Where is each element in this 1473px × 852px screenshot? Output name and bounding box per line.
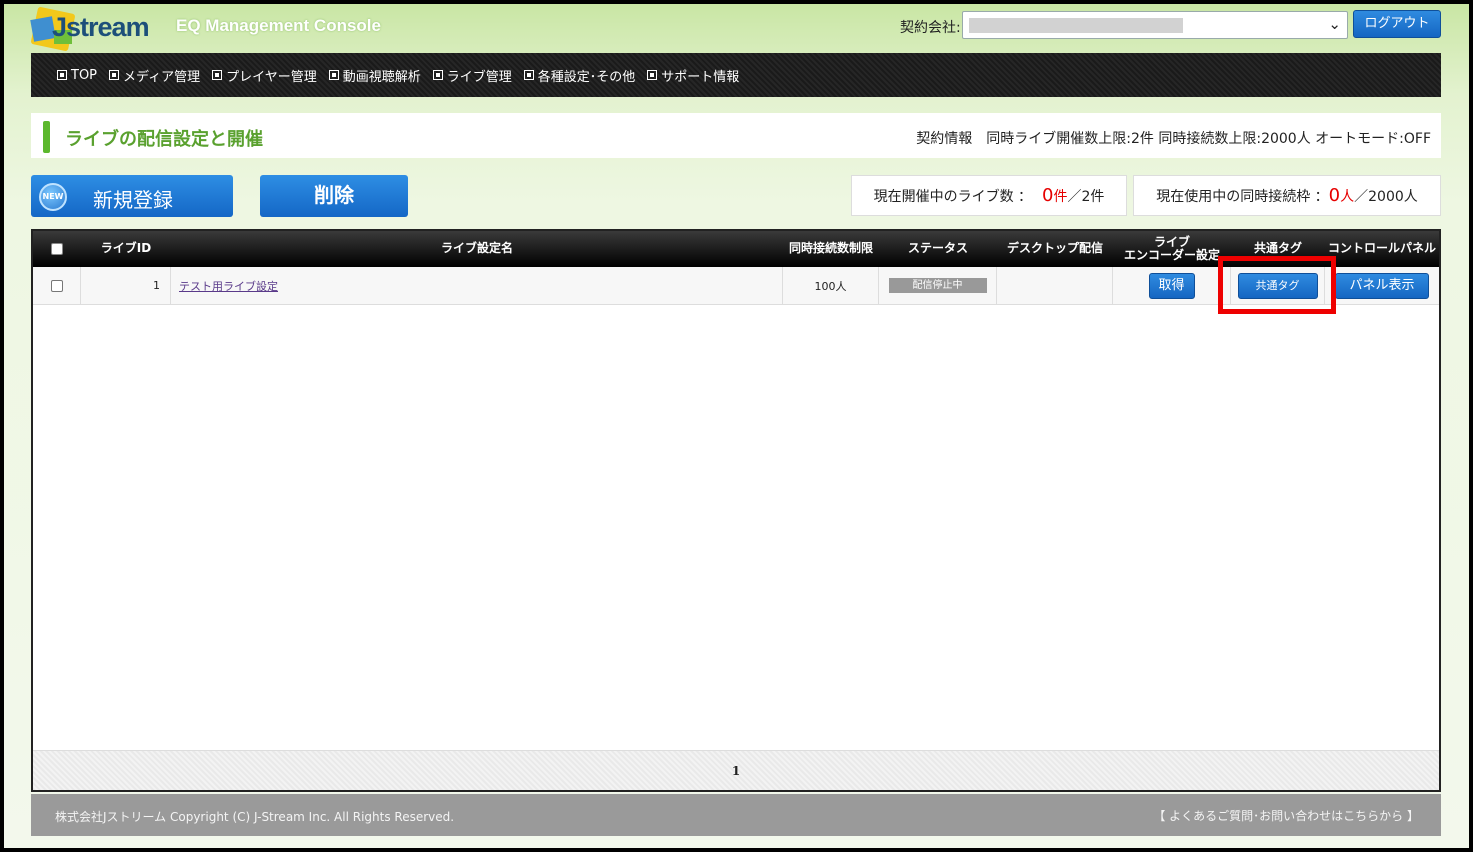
checkbox-icon [109, 70, 120, 80]
nav-item-label: サポート情報 [661, 69, 740, 85]
app-title: EQ Management Console [176, 16, 381, 35]
logo-text: Jstream [52, 12, 150, 42]
new-registration-label: 新規登録 [93, 188, 173, 212]
checkbox-icon [212, 70, 223, 80]
live-count-value: 0 [1042, 185, 1054, 206]
col-header-desktop: デスクトップ配信 [1006, 241, 1103, 256]
faq-contact-link[interactable]: 【 よくあるご質問･お問い合わせはこちらから 】 [1153, 807, 1419, 824]
connection-count-box: 現在使用中の同時接続枠 ： 0 人 ／2000人 [1133, 175, 1441, 216]
nav-item-top[interactable]: TOP [57, 68, 97, 83]
delete-button[interactable]: 削除 [260, 175, 408, 217]
live-count-unit: 件 [1053, 188, 1068, 205]
row-name-cell: テスト用ライブ設定 [171, 267, 783, 304]
contract-info: 契約情報 同時ライブ開催数上限:2件 同時接続数上限:2000人 オートモード:… [916, 131, 1431, 147]
select-all-cell [33, 231, 81, 267]
checkbox-icon [328, 70, 339, 80]
row-checkbox[interactable] [50, 279, 63, 292]
row-select-cell [33, 267, 81, 304]
col-header-name[interactable]: ライブ設定名 [171, 231, 783, 267]
row-panel-cell: パネル表示 [1325, 267, 1439, 304]
connection-count-limit: ／2000人 [1354, 188, 1418, 205]
pagination: 1 [33, 750, 1439, 790]
chevron-down-icon: ⌄ [1328, 15, 1341, 33]
row-encoder-cell: 取得 [1113, 267, 1231, 304]
highlight-annotation-box [1218, 256, 1336, 314]
col-header-status: ステータス [907, 241, 968, 256]
nav-item-settings[interactable]: 各種設定･その他 [523, 66, 636, 85]
encoder-get-button[interactable]: 取得 [1148, 272, 1195, 299]
new-badge-icon: NEW [39, 183, 67, 211]
company-label: 契約会社: [900, 20, 961, 36]
col-header-encoder: ライブ エンコーダー設定 [1113, 231, 1231, 267]
nav-item-player[interactable]: プレイヤー管理 [212, 66, 317, 85]
nav-item-support[interactable]: サポート情報 [647, 66, 739, 85]
jstream-logo[interactable]: Jstream [30, 6, 152, 52]
nav-item-label: メディア管理 [123, 69, 201, 85]
row-limit: 100人 [783, 267, 879, 304]
nav-item-live[interactable]: ライブ管理 [432, 66, 512, 85]
live-count-limit: ／2件 [1067, 188, 1105, 205]
col-header-panel: コントロールパネル [1327, 241, 1436, 256]
page-title: ライブの配信設定と開催 [65, 129, 263, 150]
new-registration-button[interactable]: NEW 新規登録 [31, 175, 233, 217]
main-nav: TOP メディア管理 プレイヤー管理 動画視聴解析 ライブ管理 各種設定･その他… [31, 53, 1441, 97]
nav-item-label: ライブ管理 [446, 69, 512, 85]
panel-display-button[interactable]: パネル表示 [1335, 272, 1429, 299]
checkbox-icon [57, 70, 67, 80]
nav-item-label: 各種設定･その他 [537, 69, 636, 85]
company-value-redacted [969, 18, 1183, 33]
checkbox-icon [432, 70, 443, 80]
nav-item-label: 動画視聴解析 [342, 69, 421, 85]
row-status-cell: 配信停止中 [879, 267, 997, 304]
col-header-encoder-line2: エンコーダー設定 [1123, 248, 1220, 262]
page-number[interactable]: 1 [732, 764, 740, 778]
page-heading-bar: ライブの配信設定と開催 契約情報 同時ライブ開催数上限:2件 同時接続数上限:2… [31, 113, 1441, 158]
nav-item-analytics[interactable]: 動画視聴解析 [328, 66, 421, 85]
status-badge: 配信停止中 [888, 278, 987, 293]
connection-count-unit: 人 [1340, 188, 1355, 205]
nav-item-media[interactable]: メディア管理 [109, 66, 200, 85]
nav-item-label: プレイヤー管理 [226, 69, 317, 85]
footer: 株式会社Jストリーム Copyright (C) J-Stream Inc. A… [31, 794, 1441, 836]
live-count-box: 現在開催中のライブ数 ： 0 件 ／2件 [851, 175, 1127, 216]
footer-copyright: 株式会社Jストリーム Copyright (C) J-Stream Inc. A… [55, 810, 455, 824]
heading-accent-bar [43, 121, 50, 153]
col-header-limit: 同時接続数制限 [788, 241, 873, 256]
connection-count-value: 0 [1328, 185, 1341, 206]
checkbox-icon [647, 70, 658, 80]
row-desktop [997, 267, 1113, 304]
connection-count-label: 現在使用中の同時接続枠 ： [1156, 188, 1329, 205]
row-live-id: 1 [81, 267, 171, 304]
nav-item-label: TOP [71, 67, 98, 83]
live-count-label: 現在開催中のライブ数 ： [873, 188, 1033, 205]
checkbox-icon [523, 70, 534, 80]
app-window: Jstream EQ Management Console 契約会社: ⌄ ログ… [4, 4, 1469, 848]
logout-button[interactable]: ログアウト [1353, 10, 1441, 38]
select-all-checkbox[interactable] [51, 243, 63, 255]
company-select[interactable]: ⌄ [962, 11, 1348, 39]
col-header-live-id[interactable]: ライブID [81, 231, 171, 267]
live-setting-link[interactable]: テスト用ライブ設定 [179, 278, 278, 294]
